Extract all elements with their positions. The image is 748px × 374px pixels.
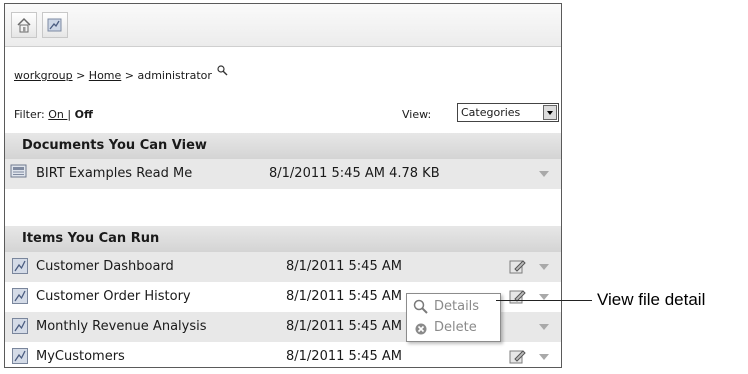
toolbar xyxy=(5,4,561,47)
runnable-date: 8/1/2011 5:45 AM xyxy=(286,259,402,274)
report-icon xyxy=(47,18,62,32)
callout-line xyxy=(496,300,592,301)
runnable-section-title: Items You Can Run xyxy=(22,231,160,246)
breadcrumb-home-link[interactable]: Home xyxy=(89,69,121,82)
filter-on-link[interactable]: On xyxy=(48,108,67,121)
runnable-name[interactable]: Customer Dashboard xyxy=(36,259,174,274)
home-button[interactable] xyxy=(11,12,37,38)
document-row[interactable]: BIRT Examples Read Me 8/1/2011 5:45 AM 4… xyxy=(5,159,561,189)
delete-x-icon xyxy=(415,323,427,335)
edit-icon[interactable] xyxy=(509,258,526,275)
report-icon xyxy=(12,288,28,304)
edit-icon[interactable] xyxy=(509,288,526,305)
runnable-row[interactable]: Customer Dashboard 8/1/2011 5:45 AM xyxy=(5,252,561,282)
document-name[interactable]: BIRT Examples Read Me xyxy=(36,166,192,181)
edit-icon[interactable] xyxy=(509,348,526,365)
document-icon xyxy=(10,164,27,178)
context-menu-delete[interactable]: Delete xyxy=(413,318,497,338)
report-icon xyxy=(12,318,28,334)
runnable-name[interactable]: Monthly Revenue Analysis xyxy=(36,319,207,334)
breadcrumb-current: > administrator xyxy=(121,69,212,82)
runnable-section-header: Items You Can Run xyxy=(5,226,561,252)
view-select[interactable]: Categories xyxy=(457,103,559,122)
magnifier-icon xyxy=(413,299,428,314)
row-menu-arrow-icon[interactable] xyxy=(539,354,549,360)
filter-label: Filter: xyxy=(14,108,49,121)
breadcrumb-separator: > xyxy=(72,69,89,82)
report-icon xyxy=(12,348,28,364)
runnable-date: 8/1/2011 5:45 AM xyxy=(286,319,402,334)
report-button[interactable] xyxy=(42,12,68,38)
runnable-name[interactable]: MyCustomers xyxy=(36,349,125,364)
breadcrumb-workgroup-link[interactable]: workgroup xyxy=(14,69,73,82)
documents-section-title: Documents You Can View xyxy=(22,138,207,153)
runnable-date: 8/1/2011 5:45 AM xyxy=(286,289,402,304)
runnable-name[interactable]: Customer Order History xyxy=(36,289,191,304)
documents-section-header: Documents You Can View xyxy=(5,133,561,159)
filter-separator: | xyxy=(67,108,75,121)
callout-label: View file detail xyxy=(597,290,706,309)
view-select-value: Categories xyxy=(461,106,521,119)
document-date-size: 8/1/2011 5:45 AM 4.78 KB xyxy=(269,166,440,181)
report-icon xyxy=(12,258,28,274)
row-menu-arrow-icon[interactable] xyxy=(539,264,549,270)
view-label: View: xyxy=(402,108,432,121)
delete-label: Delete xyxy=(434,320,477,335)
context-menu: Details Delete xyxy=(406,293,501,342)
row-menu-arrow-icon[interactable] xyxy=(539,171,549,177)
runnable-row[interactable]: MyCustomers 8/1/2011 5:45 AM xyxy=(5,342,561,367)
filter-control: Filter: On | Off xyxy=(14,108,93,121)
context-menu-details[interactable]: Details xyxy=(413,297,497,317)
runnable-date: 8/1/2011 5:45 AM xyxy=(286,349,402,364)
filter-off: Off xyxy=(74,108,93,121)
breadcrumb: workgroup > Home > administrator xyxy=(14,65,228,82)
row-menu-arrow-icon[interactable] xyxy=(539,324,549,330)
dropdown-arrow-icon[interactable] xyxy=(543,105,557,120)
search-icon[interactable] xyxy=(217,65,228,76)
details-label: Details xyxy=(434,299,480,314)
home-icon xyxy=(17,17,31,33)
